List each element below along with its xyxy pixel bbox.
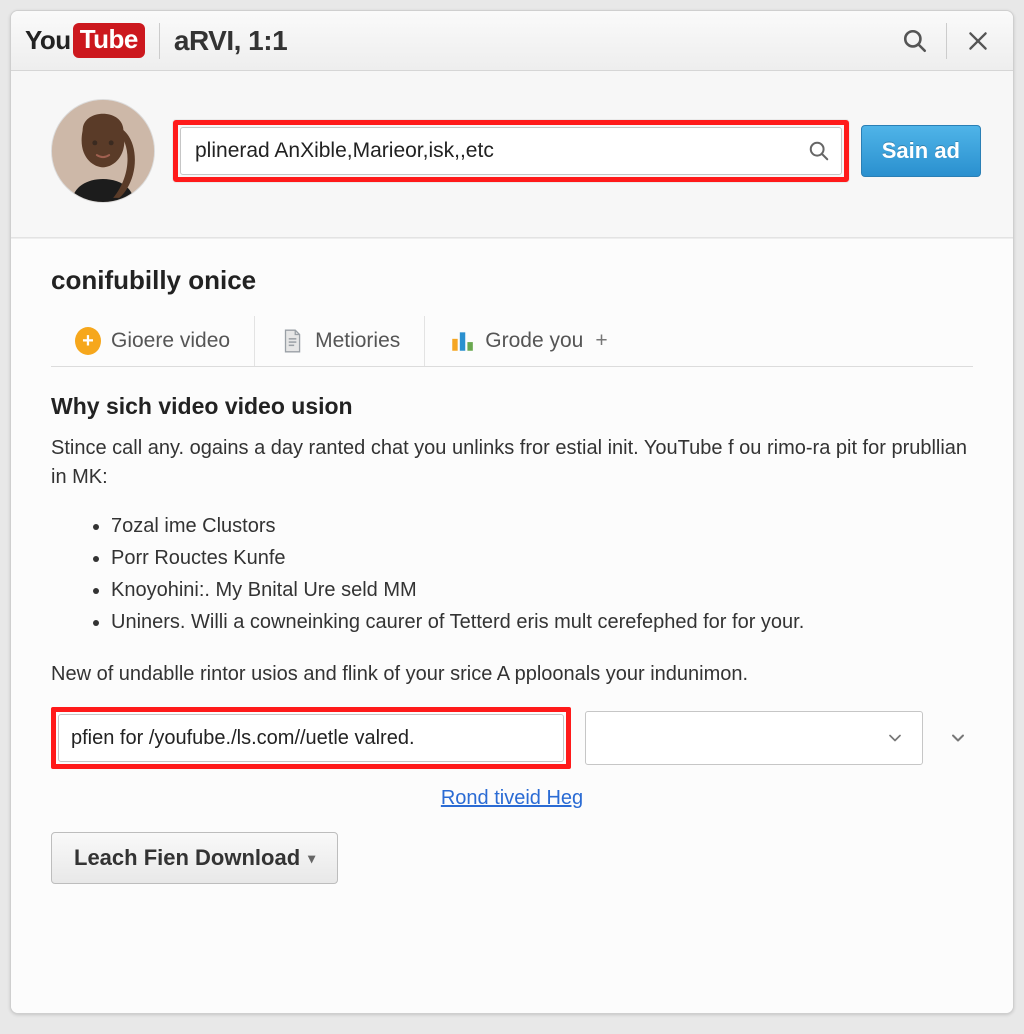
download-button-label: Leach Fien Download xyxy=(74,845,300,871)
tab-label: Metiories xyxy=(315,329,400,353)
content-heading: Why sich video video usion xyxy=(51,393,973,420)
chevron-down-icon xyxy=(948,728,968,748)
url-row xyxy=(51,707,973,769)
tab-plus-suffix: + xyxy=(595,329,607,353)
content-area: Why sich video video usion Stince call a… xyxy=(11,393,1013,1013)
list-item: Uniners. Willi a cowneinking caurer of T… xyxy=(111,606,973,638)
external-chevron-button[interactable] xyxy=(943,723,973,753)
search-row: Sain ad xyxy=(11,71,1013,238)
search-highlight-box xyxy=(173,120,849,182)
url-input[interactable] xyxy=(59,727,563,750)
help-link-row: Rond tiveid Heg xyxy=(51,787,973,810)
search-box xyxy=(180,127,842,175)
close-icon xyxy=(965,28,991,54)
tab-label: Grode you xyxy=(485,329,583,353)
url-select[interactable] xyxy=(585,711,923,765)
search-icon xyxy=(902,28,928,54)
titlebar-search-button[interactable] xyxy=(894,20,936,62)
avatar-image xyxy=(52,100,154,202)
content-intro: Stince call any. ogains a day ranted cha… xyxy=(51,434,973,492)
list-item: Knoyohini:. My Bnital Ure seld MM xyxy=(111,574,973,606)
section-title: conifubilly onice xyxy=(51,265,973,296)
tabs: + Gioere video Metiories Grode you + xyxy=(51,316,973,367)
youtube-logo: You Tube xyxy=(25,23,145,58)
close-button[interactable] xyxy=(957,20,999,62)
section-header: conifubilly onice + Gioere video Metiori… xyxy=(11,238,1013,393)
tab-label: Gioere video xyxy=(111,329,230,353)
search-action-button[interactable]: Sain ad xyxy=(861,125,981,177)
logo-text-tube: Tube xyxy=(73,23,145,58)
content-bullet-list: 7ozal ime Clustors Porr Rouctes Kunfe Kn… xyxy=(51,510,973,638)
bars-icon xyxy=(449,328,475,354)
download-button[interactable]: Leach Fien Download ▾ xyxy=(51,832,338,884)
app-window: You Tube aRVI, 1:1 xyxy=(10,10,1014,1014)
list-item: Porr Rouctes Kunfe xyxy=(111,542,973,574)
list-item: 7ozal ime Clustors xyxy=(111,510,973,542)
titlebar-divider-2 xyxy=(946,23,947,59)
document-icon xyxy=(279,328,305,354)
tab-grode-you[interactable]: Grode you + xyxy=(425,316,631,366)
content-outro: New of undablle rintor usios and flink o… xyxy=(51,660,973,689)
logo-text-you: You xyxy=(25,25,71,56)
search-icon xyxy=(808,140,830,162)
search-input[interactable] xyxy=(181,139,797,163)
titlebar-divider xyxy=(159,23,160,59)
window-title: aRVI, 1:1 xyxy=(174,25,287,57)
help-link[interactable]: Rond tiveid Heg xyxy=(441,787,583,809)
plus-icon: + xyxy=(75,328,101,354)
search-submit-icon-button[interactable] xyxy=(797,140,841,162)
tab-metiories[interactable]: Metiories xyxy=(255,316,425,366)
titlebar: You Tube aRVI, 1:1 xyxy=(11,11,1013,71)
chevron-down-icon xyxy=(880,723,910,753)
avatar[interactable] xyxy=(51,99,155,203)
url-highlight-box xyxy=(51,707,571,769)
url-input-wrap xyxy=(58,714,564,762)
tab-gioere-video[interactable]: + Gioere video xyxy=(51,316,255,366)
search-group: Sain ad xyxy=(173,120,981,182)
chevron-down-icon: ▾ xyxy=(308,850,315,867)
